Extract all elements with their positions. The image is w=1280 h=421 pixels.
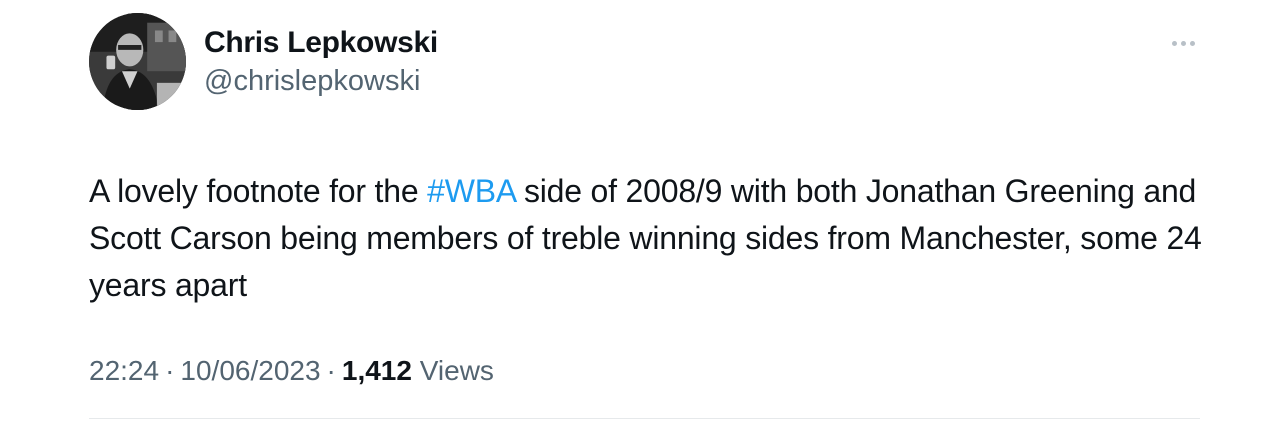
author-handle[interactable]: @chrislepkowski xyxy=(204,65,420,98)
meta-separator: · xyxy=(326,355,336,386)
views-count[interactable]: 1,412 xyxy=(342,355,412,386)
hashtag-link[interactable]: #WBA xyxy=(427,173,515,209)
more-options-icon[interactable] xyxy=(1163,30,1203,56)
profile-photo-icon xyxy=(89,13,186,110)
divider xyxy=(89,418,1200,419)
tweet-text: A lovely footnote for the #WBA side of 2… xyxy=(89,168,1229,309)
tweet-time[interactable]: 22:24 xyxy=(89,355,159,386)
views-label[interactable]: Views xyxy=(420,355,494,386)
avatar[interactable] xyxy=(89,13,186,110)
tweet-text-start: A lovely footnote for the xyxy=(89,173,428,209)
author-display-name[interactable]: Chris Lepkowski xyxy=(204,26,438,60)
tweet-card: Chris Lepkowski @chrislepkowski A lovely… xyxy=(0,0,1280,421)
tweet-meta: 22:24 · 10/06/2023 · 1,412 Views xyxy=(89,355,494,387)
meta-separator: · xyxy=(165,355,175,386)
tweet-date[interactable]: 10/06/2023 xyxy=(180,355,320,386)
